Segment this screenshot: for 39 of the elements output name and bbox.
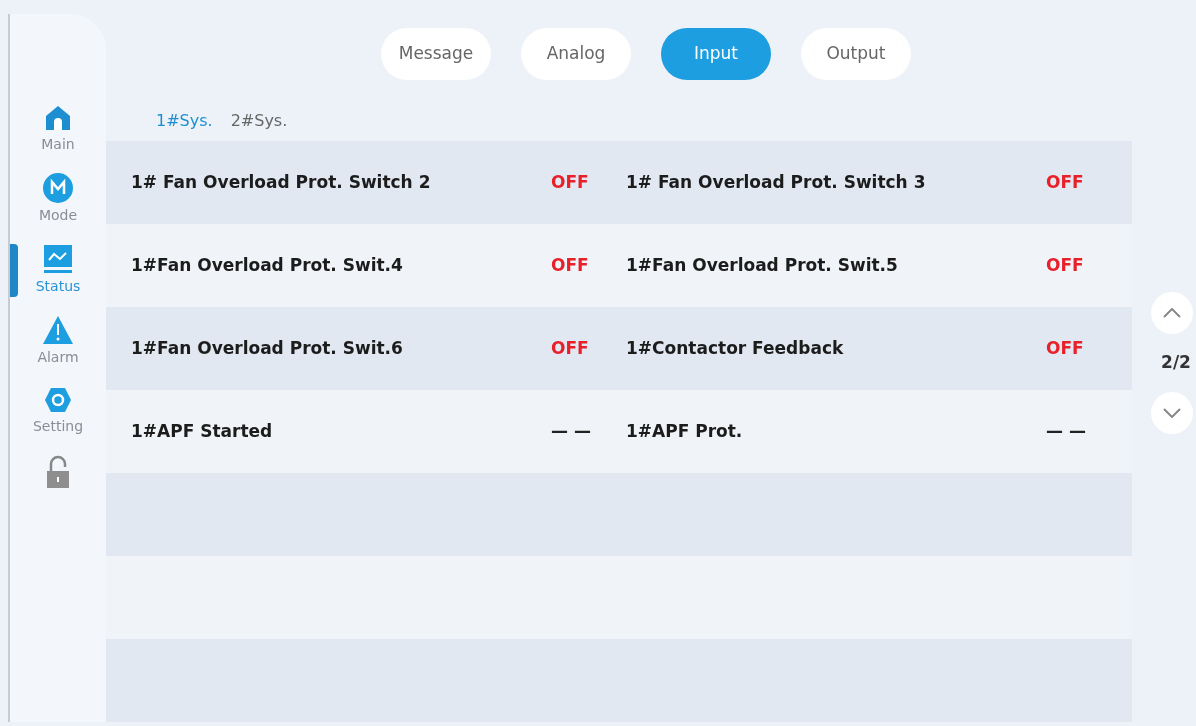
sidebar-item[interactable]: Setting <box>10 386 106 437</box>
chevron-up-icon <box>1163 308 1181 318</box>
chart-monitor-icon <box>43 244 73 274</box>
signal-name: 1#Contactor Feedback <box>626 337 845 360</box>
tab[interactable]: Input <box>661 28 771 80</box>
signal-value: OFF <box>1046 336 1085 360</box>
signal-value: OFF <box>551 336 590 360</box>
page-up-button[interactable] <box>1151 292 1193 334</box>
sidebar-item[interactable]: Alarm <box>10 315 106 368</box>
signal-name: 1#Fan Overload Prot. Swit.5 <box>626 254 899 277</box>
warning-icon <box>42 315 74 345</box>
signal-name: 1#APF Started <box>131 420 274 443</box>
tab[interactable]: Output <box>801 28 911 80</box>
signal-name: 1# Fan Overload Prot. Switch 2 <box>131 171 432 194</box>
signal-value: OFF <box>551 170 590 194</box>
system-tab[interactable]: 2#Sys. <box>230 100 288 141</box>
tab[interactable]: Analog <box>521 28 631 80</box>
signal-value: OFF <box>551 253 590 277</box>
sidebar-item[interactable]: Status <box>10 244 106 297</box>
signal-name: 1#Fan Overload Prot. Swit.6 <box>131 337 404 360</box>
signal-value: — — <box>551 419 592 443</box>
sidebar-item[interactable]: Main <box>10 104 106 155</box>
signal-value: OFF <box>1046 170 1085 194</box>
signal-value: OFF <box>1046 253 1085 277</box>
signal-name: 1# Fan Overload Prot. Switch 3 <box>626 171 927 194</box>
page-down-button[interactable] <box>1151 391 1193 434</box>
selection-bar <box>10 244 18 297</box>
settings-icon <box>44 386 72 414</box>
system-tab[interactable]: 1#Sys. <box>156 100 213 141</box>
page-indicator: 2/2 <box>1161 351 1191 374</box>
chevron-down-icon <box>1163 407 1181 418</box>
tab[interactable]: Message <box>381 28 491 80</box>
lock-icon <box>46 455 70 489</box>
signal-value: — — <box>1046 419 1087 443</box>
home-icon <box>44 104 72 132</box>
sidebar-item[interactable]: Mode <box>10 173 106 226</box>
signal-name: 1#APF Prot. <box>626 420 744 443</box>
signal-name: 1#Fan Overload Prot. Swit.4 <box>131 254 404 277</box>
mode-icon <box>43 173 73 203</box>
